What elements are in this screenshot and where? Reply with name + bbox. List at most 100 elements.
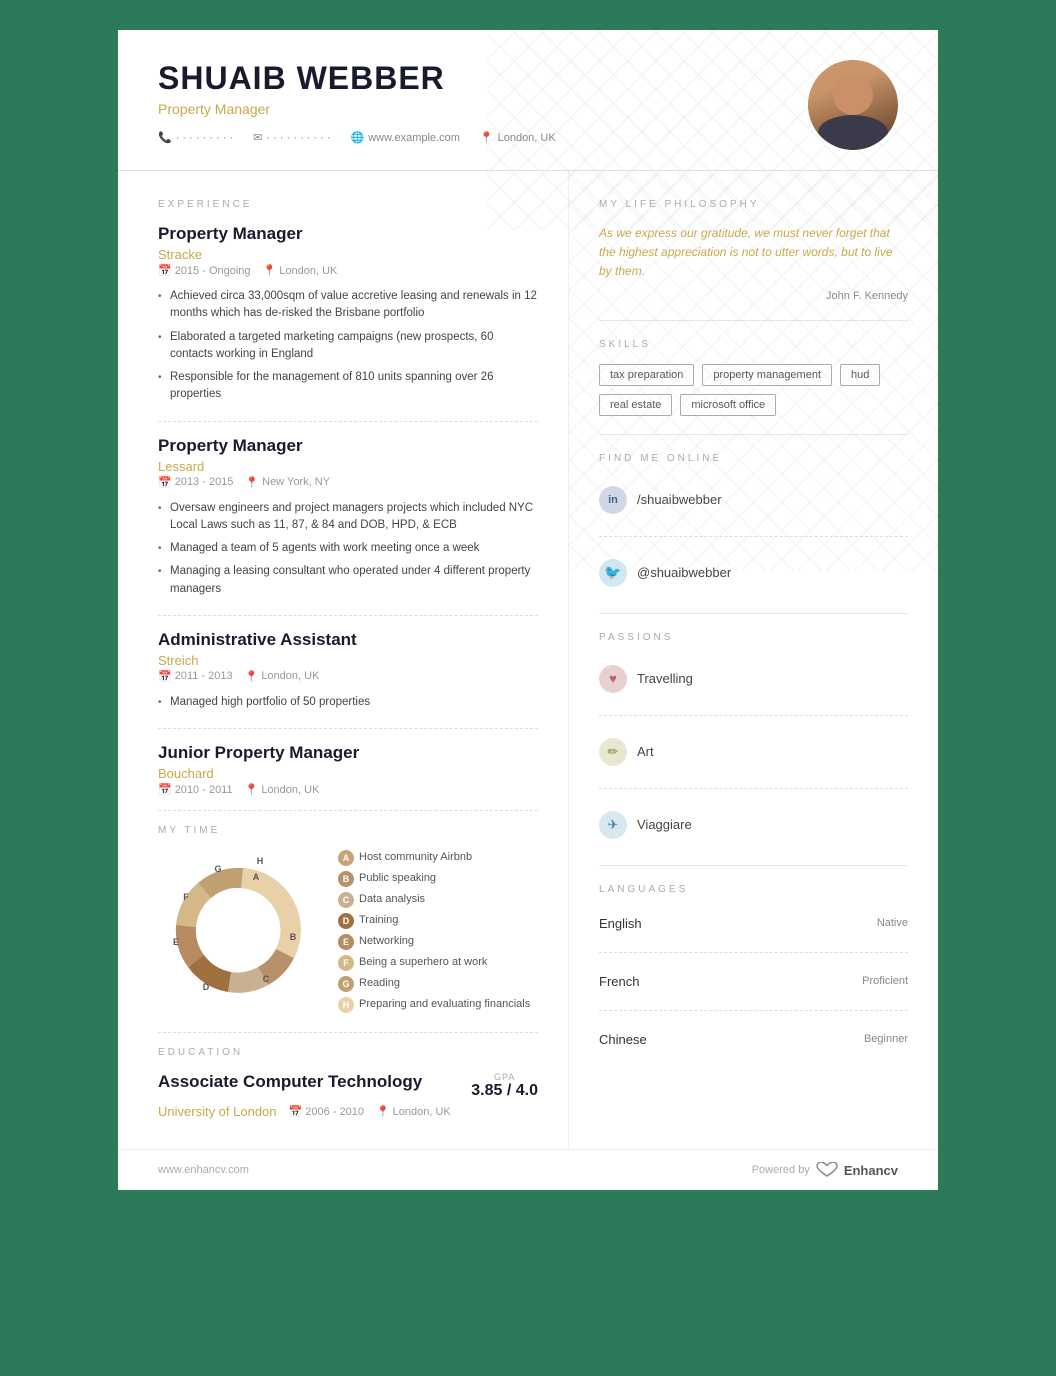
calendar-icon: 📅 xyxy=(158,264,172,277)
languages-title: LANGUAGES xyxy=(599,884,908,895)
job-3-location: 📍 London, UK xyxy=(245,783,320,796)
job-0-period: 📅 2015 - Ongoing xyxy=(158,264,251,277)
pie-legend: A Host community Airbnb B Public speakin… xyxy=(338,850,538,1018)
right-column: MY LIFE PHILOSOPHY As we express our gra… xyxy=(569,171,938,1149)
philosophy-author: John F. Kennedy xyxy=(599,290,908,302)
job-0-meta: 📅 2015 - Ongoing 📍 London, UK xyxy=(158,264,538,277)
job-1-bullets: Oversaw engineers and project managers p… xyxy=(158,497,538,601)
svg-text:G: G xyxy=(214,864,221,874)
bullet-item: Managing a leasing consultant who operat… xyxy=(158,560,538,601)
passion-label: Art xyxy=(637,744,654,759)
pin-icon: 📍 xyxy=(263,264,277,277)
edu-location: 📍 London, UK xyxy=(376,1105,451,1118)
skills-grid: tax preparation property management hud … xyxy=(599,364,908,416)
passions-section: PASSIONS ♥ Travelling ✏ Art ✈ Viaggiare xyxy=(599,632,908,847)
pin-icon: 📍 xyxy=(376,1105,390,1118)
job-2-company: Streich xyxy=(158,653,538,668)
job-1-company: Lessard xyxy=(158,459,538,474)
education-section: EDUCATION Associate Computer Technology … xyxy=(158,1047,538,1119)
contact-bar: 📞 · · · · · · · · · ✉ · · · · · · · · · … xyxy=(158,131,808,144)
candidate-name: SHUAIB WEBBER xyxy=(158,60,808,97)
legend-item-f: F Being a superhero at work xyxy=(338,955,538,971)
philosophy-quote: As we express our gratitude, we must nev… xyxy=(599,224,908,282)
powered-by-text: Powered by xyxy=(752,1164,810,1176)
linkedin-item: in /shuaibwebber xyxy=(599,478,908,522)
plane-icon: ✈ xyxy=(599,811,627,839)
svg-text:H: H xyxy=(257,856,264,866)
pin-icon: 📍 xyxy=(245,476,259,489)
language-level: Beginner xyxy=(864,1033,908,1045)
job-3-title: Junior Property Manager xyxy=(158,743,538,763)
bullet-item: Responsible for the management of 810 un… xyxy=(158,366,538,407)
calendar-icon: 📅 xyxy=(289,1105,303,1118)
job-3-company: Bouchard xyxy=(158,766,538,781)
job-2-location: 📍 London, UK xyxy=(245,670,320,683)
job-0-title: Property Manager xyxy=(158,224,538,244)
language-name: French xyxy=(599,974,639,989)
brand-name: Enhancv xyxy=(844,1163,898,1178)
twitter-handle: @shuaibwebber xyxy=(637,565,731,580)
pencil-icon: ✏ xyxy=(599,738,627,766)
heart-icon: ♥ xyxy=(599,665,627,693)
website-value: www.example.com xyxy=(368,132,460,144)
header-left: SHUAIB WEBBER Property Manager 📞 · · · ·… xyxy=(158,60,808,144)
linkedin-handle: /shuaibwebber xyxy=(637,492,722,507)
phone-value: · · · · · · · · · xyxy=(176,132,233,144)
phone-icon: 📞 xyxy=(158,131,172,144)
language-name: Chinese xyxy=(599,1032,647,1047)
job-0-location: 📍 London, UK xyxy=(263,264,338,277)
avatar xyxy=(808,60,898,150)
edu-meta: University of London 📅 2006 - 2010 📍 Lon… xyxy=(158,1104,538,1119)
bullet-item: Elaborated a targeted marketing campaign… xyxy=(158,326,538,367)
language-english: English Native xyxy=(599,909,908,938)
location-item: 📍 London, UK xyxy=(480,131,556,144)
philosophy-section: MY LIFE PHILOSOPHY As we express our gra… xyxy=(599,199,908,302)
passion-travelling: ♥ Travelling xyxy=(599,657,908,701)
edu-header: Associate Computer Technology GPA 3.85 /… xyxy=(158,1072,538,1100)
skill-tag: real estate xyxy=(599,394,672,416)
job-1: Property Manager Lessard 📅 2013 - 2015 📍… xyxy=(158,436,538,601)
svg-text:F: F xyxy=(183,892,189,902)
online-section: FIND ME ONLINE in /shuaibwebber 🐦 @shuai… xyxy=(599,453,908,595)
main-content: EXPERIENCE Property Manager Stracke 📅 20… xyxy=(118,171,938,1149)
bullet-item: Achieved circa 33,000sqm of value accret… xyxy=(158,285,538,326)
my-time-section: MY TIME xyxy=(158,825,538,1018)
svg-text:A: A xyxy=(253,872,260,882)
job-2-title: Administrative Assistant xyxy=(158,630,538,650)
job-1-title: Property Manager xyxy=(158,436,538,456)
job-2-period: 📅 2011 - 2013 xyxy=(158,670,233,683)
job-2: Administrative Assistant Streich 📅 2011 … xyxy=(158,630,538,714)
calendar-icon: 📅 xyxy=(158,783,172,796)
bullet-item: Managed high portfolio of 50 properties xyxy=(158,691,538,714)
job-2-bullets: Managed high portfolio of 50 properties xyxy=(158,691,538,714)
language-name: English xyxy=(599,916,642,931)
linkedin-icon: in xyxy=(599,486,627,514)
experience-section: EXPERIENCE Property Manager Stracke 📅 20… xyxy=(158,199,538,811)
twitter-item: 🐦 @shuaibwebber xyxy=(599,551,908,595)
svg-text:D: D xyxy=(203,982,210,992)
job-3-period: 📅 2010 - 2011 xyxy=(158,783,233,796)
passion-label: Viaggiare xyxy=(637,817,692,832)
education-title: EDUCATION xyxy=(158,1047,538,1058)
footer: www.enhancv.com Powered by Enhancv xyxy=(118,1149,938,1190)
left-column: EXPERIENCE Property Manager Stracke 📅 20… xyxy=(118,171,569,1149)
pin-icon: 📍 xyxy=(245,670,259,683)
calendar-icon: 📅 xyxy=(158,670,172,683)
my-time-title: MY TIME xyxy=(158,825,538,836)
skill-tag: tax preparation xyxy=(599,364,694,386)
svg-text:B: B xyxy=(290,932,297,942)
legend-item-a: A Host community Airbnb xyxy=(338,850,538,866)
skill-tag: hud xyxy=(840,364,880,386)
legend-item-e: E Networking xyxy=(338,934,538,950)
job-0-bullets: Achieved circa 33,000sqm of value accret… xyxy=(158,285,538,407)
job-0-company: Stracke xyxy=(158,247,538,262)
gpa-value: 3.85 / 4.0 xyxy=(471,1082,538,1100)
job-1-location: 📍 New York, NY xyxy=(245,476,330,489)
edu-period: 📅 2006 - 2010 xyxy=(289,1105,364,1118)
passion-label: Travelling xyxy=(637,671,693,686)
skills-title: SKILLS xyxy=(599,339,908,350)
footer-url: www.enhancv.com xyxy=(158,1164,249,1176)
email-value: · · · · · · · · · · xyxy=(266,132,330,144)
edu-degree: Associate Computer Technology xyxy=(158,1072,422,1092)
languages-section: LANGUAGES English Native French Proficie… xyxy=(599,884,908,1054)
